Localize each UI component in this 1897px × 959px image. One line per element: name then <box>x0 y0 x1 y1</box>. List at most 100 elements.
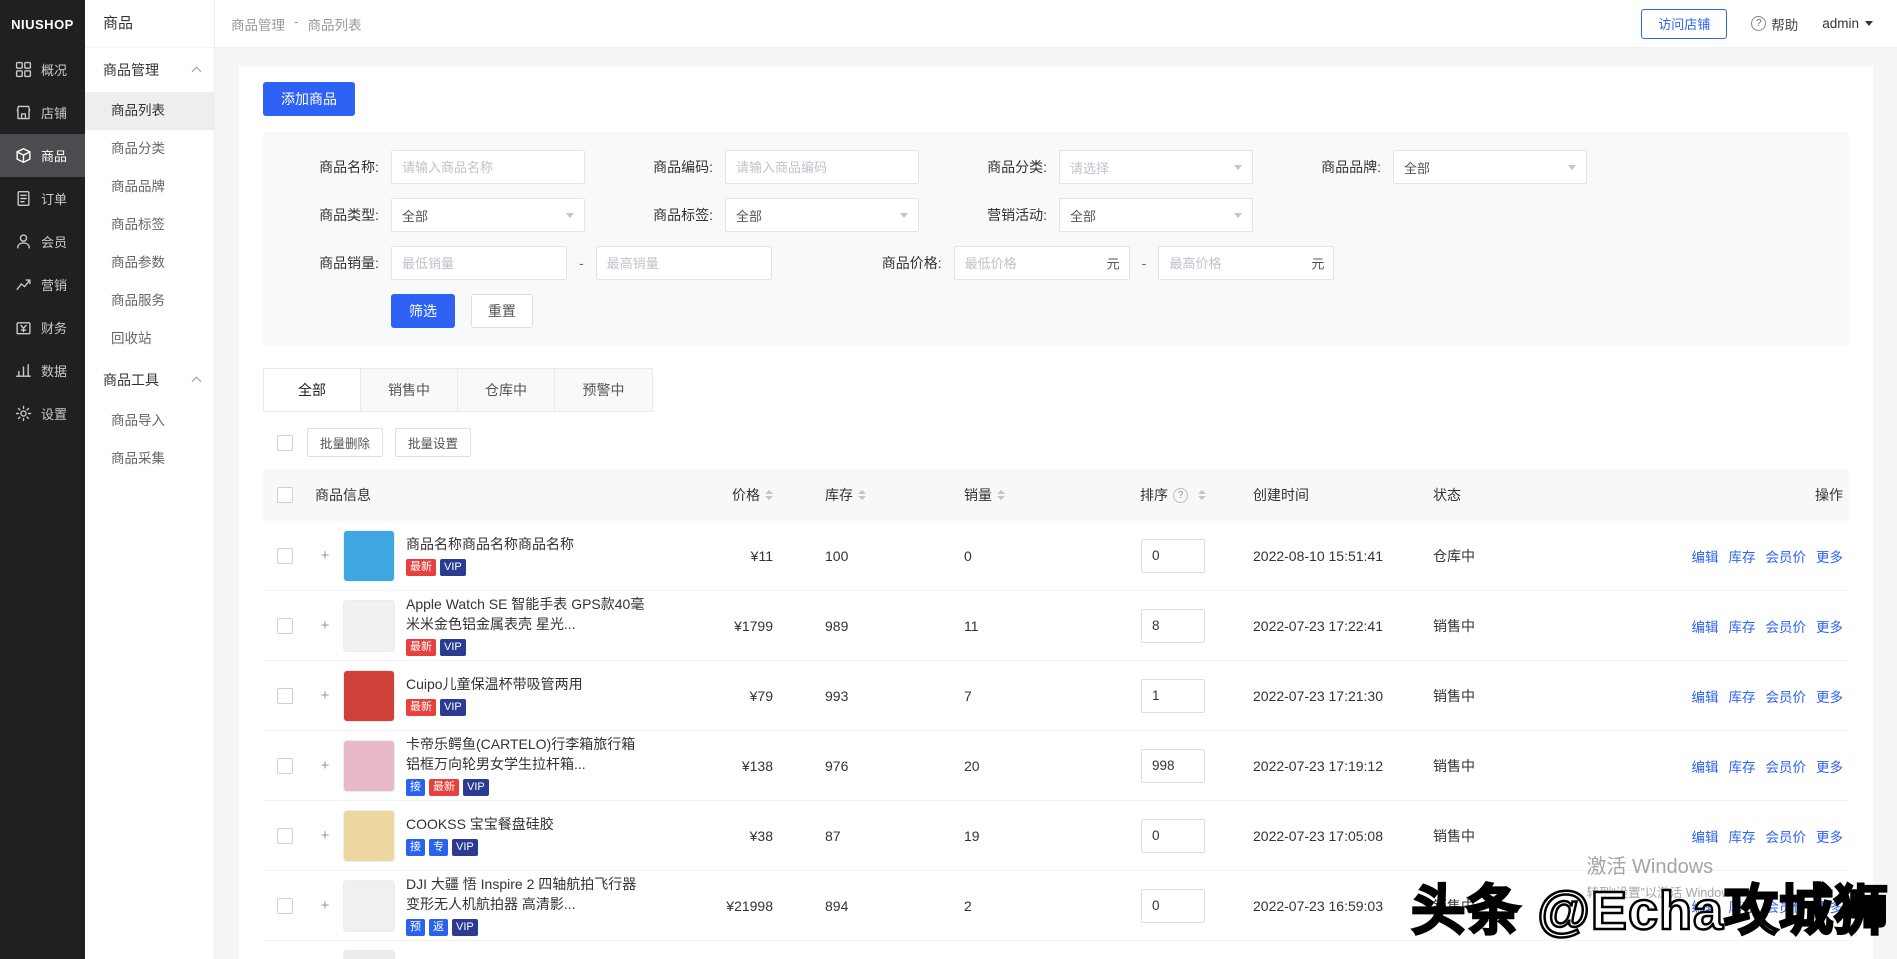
breadcrumb-item[interactable]: 商品管理 <box>231 14 285 34</box>
submenu-group-header[interactable]: 商品工具 <box>85 358 214 402</box>
sidebar-item-shop[interactable]: 店铺 <box>0 91 85 134</box>
edit-link[interactable]: 编辑 <box>1692 546 1719 566</box>
stock-link[interactable]: 库存 <box>1729 686 1756 706</box>
visit-shop-button[interactable]: 访问店铺 <box>1641 9 1727 39</box>
row-checkbox[interactable] <box>277 548 293 564</box>
edit-link[interactable]: 编辑 <box>1692 616 1719 636</box>
batch-select-all-checkbox[interactable] <box>277 435 293 451</box>
filter-reset-button[interactable]: 重置 <box>471 294 533 328</box>
brand-select[interactable]: 全部 <box>1393 150 1587 184</box>
product-name[interactable]: COOKSS 宝宝餐盘硅胶 <box>406 815 554 835</box>
min-price-input[interactable] <box>954 246 1130 280</box>
more-link[interactable]: 更多 <box>1816 616 1843 636</box>
row-checkbox[interactable] <box>277 828 293 844</box>
product-code-input[interactable] <box>725 150 919 184</box>
stock-link[interactable]: 库存 <box>1729 616 1756 636</box>
sort-input[interactable] <box>1141 609 1205 643</box>
product-name[interactable]: Cuipo儿童保温杯带吸管两用 <box>406 675 583 695</box>
type-select[interactable]: 全部 <box>391 198 585 232</box>
expand-row-button[interactable]: + <box>321 547 330 564</box>
tab-warning[interactable]: 预警中 <box>555 369 652 411</box>
filter-submit-button[interactable]: 筛选 <box>391 294 455 328</box>
product-name[interactable]: 商品名称商品名称商品名称 <box>406 535 574 555</box>
tab-all[interactable]: 全部 <box>264 369 361 411</box>
sort-input[interactable] <box>1141 679 1205 713</box>
submenu-item[interactable]: 商品服务 <box>85 282 214 320</box>
stock-link[interactable]: 库存 <box>1729 896 1756 916</box>
member-price-link[interactable]: 会员价 <box>1766 896 1807 916</box>
more-link[interactable]: 更多 <box>1816 896 1843 916</box>
row-checkbox[interactable] <box>277 688 293 704</box>
row-checkbox[interactable] <box>277 618 293 634</box>
user-menu[interactable]: admin <box>1822 16 1873 31</box>
expand-row-button[interactable]: + <box>321 897 330 914</box>
expand-row-button[interactable]: + <box>321 617 330 634</box>
edit-link[interactable]: 编辑 <box>1692 896 1719 916</box>
tab-warehouse[interactable]: 仓库中 <box>458 369 555 411</box>
product-name[interactable]: Apple Watch SE 智能手表 GPS款40毫米米金色铝金属表壳 星光.… <box>406 595 646 634</box>
sidebar-item-member[interactable]: 会员 <box>0 220 85 263</box>
expand-row-button[interactable]: + <box>321 827 330 844</box>
sort-toggle[interactable] <box>765 490 773 500</box>
sort-toggle[interactable] <box>1198 490 1206 500</box>
submenu-item[interactable]: 商品标签 <box>85 206 214 244</box>
edit-link[interactable]: 编辑 <box>1692 826 1719 846</box>
add-product-button[interactable]: 添加商品 <box>263 82 355 116</box>
stock-link[interactable]: 库存 <box>1729 546 1756 566</box>
sort-toggle[interactable] <box>997 490 1005 500</box>
sidebar-item-order[interactable]: 订单 <box>0 177 85 220</box>
sort-toggle[interactable] <box>858 490 866 500</box>
sort-input[interactable] <box>1141 539 1205 573</box>
max-sales-input[interactable] <box>596 246 772 280</box>
batch-delete-button[interactable]: 批量删除 <box>307 428 383 457</box>
expand-row-button[interactable]: + <box>321 687 330 704</box>
max-price-input[interactable] <box>1158 246 1334 280</box>
more-link[interactable]: 更多 <box>1816 546 1843 566</box>
submenu-item[interactable]: 商品采集 <box>85 440 214 478</box>
sidebar-item-finance[interactable]: 财务 <box>0 306 85 349</box>
member-price-link[interactable]: 会员价 <box>1766 546 1807 566</box>
edit-link[interactable]: 编辑 <box>1692 756 1719 776</box>
submenu-item[interactable]: 商品列表 <box>85 92 214 130</box>
activity-select[interactable]: 全部 <box>1059 198 1253 232</box>
sort-input[interactable] <box>1141 819 1205 853</box>
sidebar-item-overview[interactable]: 概况 <box>0 48 85 91</box>
product-name-input[interactable] <box>391 150 585 184</box>
product-badges: 接最新VIP <box>406 779 646 796</box>
member-price-link[interactable]: 会员价 <box>1766 756 1807 776</box>
stock-link[interactable]: 库存 <box>1729 826 1756 846</box>
more-link[interactable]: 更多 <box>1816 686 1843 706</box>
more-link[interactable]: 更多 <box>1816 826 1843 846</box>
filter-panel: 商品名称: 商品编码: 商品分类: 请选择 <box>263 132 1849 346</box>
batch-settings-button[interactable]: 批量设置 <box>395 428 471 457</box>
row-checkbox[interactable] <box>277 758 293 774</box>
submenu-item[interactable]: 商品导入 <box>85 402 214 440</box>
tab-selling[interactable]: 销售中 <box>361 369 458 411</box>
sort-input[interactable] <box>1141 889 1205 923</box>
submenu-item[interactable]: 商品参数 <box>85 244 214 282</box>
expand-row-button[interactable]: + <box>321 757 330 774</box>
row-checkbox[interactable] <box>277 898 293 914</box>
min-sales-input[interactable] <box>391 246 567 280</box>
submenu-item[interactable]: 回收站 <box>85 320 214 358</box>
submenu-item[interactable]: 商品品牌 <box>85 168 214 206</box>
category-select[interactable]: 请选择 <box>1059 150 1253 184</box>
member-price-link[interactable]: 会员价 <box>1766 686 1807 706</box>
more-link[interactable]: 更多 <box>1816 756 1843 776</box>
member-price-link[interactable]: 会员价 <box>1766 616 1807 636</box>
tag-select[interactable]: 全部 <box>725 198 919 232</box>
product-name[interactable]: 卡帝乐鳄鱼(CARTELO)行李箱旅行箱铝框万向轮男女学生拉杆箱... <box>406 735 646 774</box>
sidebar-item-goods[interactable]: 商品 <box>0 134 85 177</box>
help-link[interactable]: ? 帮助 <box>1751 14 1798 34</box>
sidebar-item-setting[interactable]: 设置 <box>0 392 85 435</box>
submenu-item[interactable]: 商品分类 <box>85 130 214 168</box>
sidebar-item-marketing[interactable]: 营销 <box>0 263 85 306</box>
edit-link[interactable]: 编辑 <box>1692 686 1719 706</box>
stock-link[interactable]: 库存 <box>1729 756 1756 776</box>
sidebar-item-data[interactable]: 数据 <box>0 349 85 392</box>
select-all-checkbox[interactable] <box>277 487 293 503</box>
submenu-group-header[interactable]: 商品管理 <box>85 48 214 92</box>
product-name[interactable]: DJI 大疆 悟 Inspire 2 四轴航拍飞行器变形无人机航拍器 高清影..… <box>406 875 646 914</box>
member-price-link[interactable]: 会员价 <box>1766 826 1807 846</box>
sort-input[interactable] <box>1141 749 1205 783</box>
